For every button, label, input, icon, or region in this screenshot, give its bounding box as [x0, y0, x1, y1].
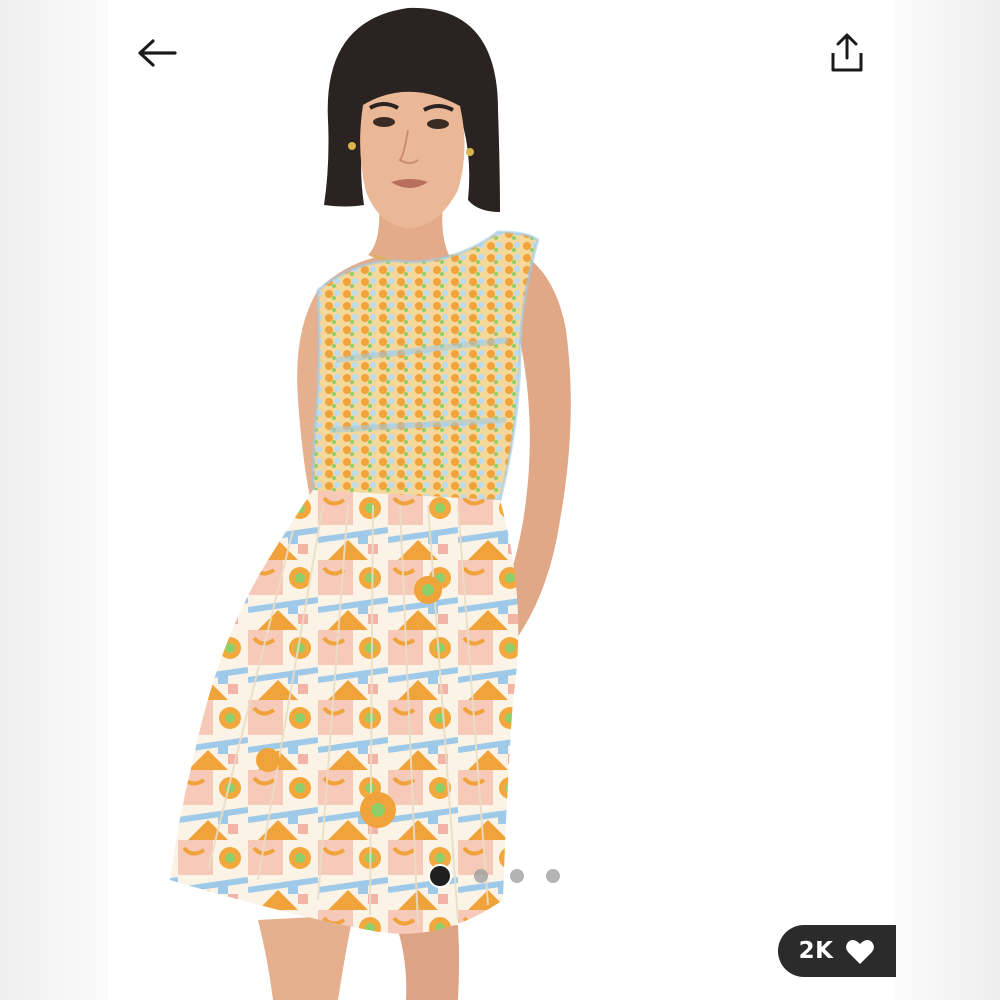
likes-button[interactable]: 2K [778, 925, 896, 977]
likes-count: 2K [798, 938, 834, 964]
pagination-dot-4[interactable] [546, 869, 560, 883]
image-pagination [428, 864, 560, 888]
pagination-dot-2[interactable] [474, 869, 488, 883]
product-photo[interactable] [108, 0, 894, 1000]
right-gutter [892, 0, 1000, 1000]
arrow-left-icon [138, 39, 177, 67]
pagination-dot-3[interactable] [510, 869, 524, 883]
heart-icon [846, 939, 875, 964]
dress-model-illustration [170, 7, 571, 1000]
pagination-dot-1[interactable] [428, 864, 452, 888]
product-image-viewer: 2K [0, 0, 1000, 1000]
back-button[interactable] [132, 28, 182, 78]
left-gutter [0, 0, 108, 1000]
share-button[interactable] [822, 28, 872, 78]
share-upload-icon [831, 33, 863, 72]
